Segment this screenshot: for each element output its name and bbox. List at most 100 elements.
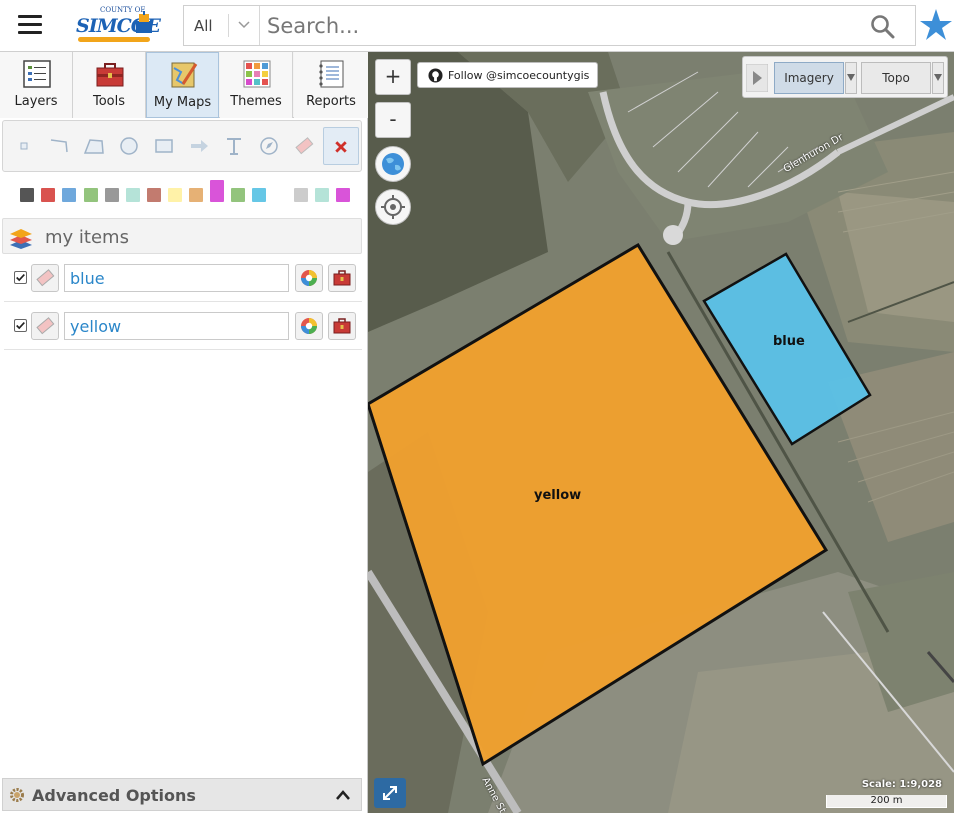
search-category-select[interactable]: All xyxy=(184,6,260,45)
search-input[interactable] xyxy=(261,6,861,45)
color-swatch[interactable] xyxy=(147,188,161,202)
item-tools-button[interactable] xyxy=(328,264,356,292)
color-swatch[interactable] xyxy=(41,188,55,202)
color-swatch-selected[interactable] xyxy=(210,180,224,202)
measure-compass-icon[interactable] xyxy=(256,133,282,159)
themes-grid-icon xyxy=(243,60,271,88)
caret-down-icon xyxy=(847,74,855,81)
locate-me-button[interactable] xyxy=(375,189,411,225)
scale-bar: 200 m xyxy=(826,795,947,808)
color-swatch[interactable] xyxy=(336,188,350,202)
draw-toolbar xyxy=(2,120,362,172)
item-name-input[interactable] xyxy=(64,312,289,340)
item-erase-button[interactable] xyxy=(31,312,59,340)
chevron-up-icon xyxy=(336,790,350,800)
advanced-options-label: Advanced Options xyxy=(32,786,196,805)
draw-line-icon[interactable] xyxy=(46,133,72,159)
tab-label: Layers xyxy=(14,94,58,109)
github-icon xyxy=(428,68,443,83)
layers-list-icon xyxy=(23,60,51,88)
draw-circle-icon[interactable] xyxy=(116,133,142,159)
item-erase-button[interactable] xyxy=(31,264,59,292)
top-header: COUNTY OF SIMCOE All xyxy=(0,0,954,52)
map-scale: Scale: 1:9,028 200 m xyxy=(824,779,948,809)
logo-flag-icon xyxy=(136,11,152,33)
toolbox-icon xyxy=(333,270,351,286)
item-visibility-checkbox[interactable] xyxy=(14,271,27,284)
tab-reports[interactable]: Reports xyxy=(294,52,368,118)
color-swatch[interactable] xyxy=(62,188,76,202)
color-swatch[interactable] xyxy=(84,188,98,202)
crosshair-icon xyxy=(381,195,405,219)
github-follow-button[interactable]: Follow @simcoecountygis xyxy=(417,62,598,88)
sidebar-panel: Layers Tools My Maps Themes Reports my i… xyxy=(0,52,368,813)
my-items-header: my items xyxy=(2,218,362,254)
menu-hamburger-icon[interactable] xyxy=(18,15,42,35)
basemap-topo-option[interactable]: Topo xyxy=(861,62,931,94)
zoom-out-button[interactable]: - xyxy=(375,102,411,138)
color-swatch[interactable] xyxy=(126,188,140,202)
draw-text-icon[interactable] xyxy=(221,133,247,159)
expand-icon xyxy=(383,786,397,800)
advanced-options-bar[interactable]: Advanced Options xyxy=(2,778,362,811)
tab-bar: Layers Tools My Maps Themes Reports xyxy=(0,52,368,118)
toolbox-icon xyxy=(96,63,124,87)
tab-layers[interactable]: Layers xyxy=(0,52,73,118)
item-tools-button[interactable] xyxy=(328,312,356,340)
map-view[interactable]: yellow blue Glenhuron Dr Anne St + - Fol… xyxy=(368,52,954,813)
color-swatch[interactable] xyxy=(168,188,182,202)
draw-arrow-icon[interactable] xyxy=(186,133,212,159)
zoom-in-button[interactable]: + xyxy=(375,59,411,95)
logo-swoosh xyxy=(78,37,150,42)
color-swatch[interactable] xyxy=(105,188,119,202)
shape-label-blue: blue xyxy=(773,334,805,349)
basemap-imagery-dropdown[interactable] xyxy=(845,62,857,94)
draw-point-icon[interactable] xyxy=(11,133,37,159)
color-swatch[interactable] xyxy=(273,188,287,202)
tab-label: Themes xyxy=(230,94,282,109)
gear-icon xyxy=(10,788,24,802)
item-visibility-checkbox[interactable] xyxy=(14,319,27,332)
draw-rectangle-icon[interactable] xyxy=(151,133,177,159)
follow-text: Follow @simcoecountygis xyxy=(448,69,590,82)
color-swatch[interactable] xyxy=(231,188,245,202)
color-swatch[interactable] xyxy=(252,188,266,202)
item-name-input[interactable] xyxy=(64,264,289,292)
scale-text: Scale: 1:9,028 xyxy=(861,779,942,790)
search-icon[interactable] xyxy=(870,14,896,40)
county-logo[interactable]: COUNTY OF SIMCOE xyxy=(76,6,161,46)
search-category-value: All xyxy=(194,17,213,35)
fullscreen-button[interactable] xyxy=(374,778,406,808)
cancel-drawing-icon[interactable] xyxy=(323,127,359,165)
color-swatch[interactable] xyxy=(20,188,34,202)
tab-label: Tools xyxy=(92,94,126,109)
color-swatch[interactable] xyxy=(294,188,308,202)
eraser-icon[interactable] xyxy=(291,133,317,159)
my-items-title: my items xyxy=(45,227,129,248)
color-swatch[interactable] xyxy=(189,188,203,202)
color-wheel-icon xyxy=(301,270,317,286)
tab-label: Reports xyxy=(306,94,356,109)
toolbox-icon xyxy=(333,318,351,334)
basemap-switcher: Imagery Topo xyxy=(742,56,948,98)
search-bar: All xyxy=(183,5,916,46)
item-color-button[interactable] xyxy=(295,264,323,292)
draw-polygon-icon[interactable] xyxy=(81,133,107,159)
tab-my-maps[interactable]: My Maps xyxy=(146,52,219,118)
tab-themes[interactable]: Themes xyxy=(220,52,293,118)
color-palette xyxy=(20,180,360,206)
item-color-button[interactable] xyxy=(295,312,323,340)
eraser-icon xyxy=(36,269,55,287)
my-item-row xyxy=(4,302,362,350)
globe-button[interactable] xyxy=(375,146,411,182)
stacked-layers-icon xyxy=(10,229,32,249)
basemap-topo-dropdown[interactable] xyxy=(932,62,944,94)
basemap-imagery-option[interactable]: Imagery xyxy=(774,62,844,94)
play-arrow-icon[interactable] xyxy=(746,64,768,92)
eraser-icon xyxy=(36,317,55,335)
map-imagery xyxy=(368,52,954,813)
tab-tools[interactable]: Tools xyxy=(73,52,146,118)
tab-label: My Maps xyxy=(153,95,212,110)
favorite-star-icon[interactable] xyxy=(919,8,953,42)
color-swatch[interactable] xyxy=(315,188,329,202)
